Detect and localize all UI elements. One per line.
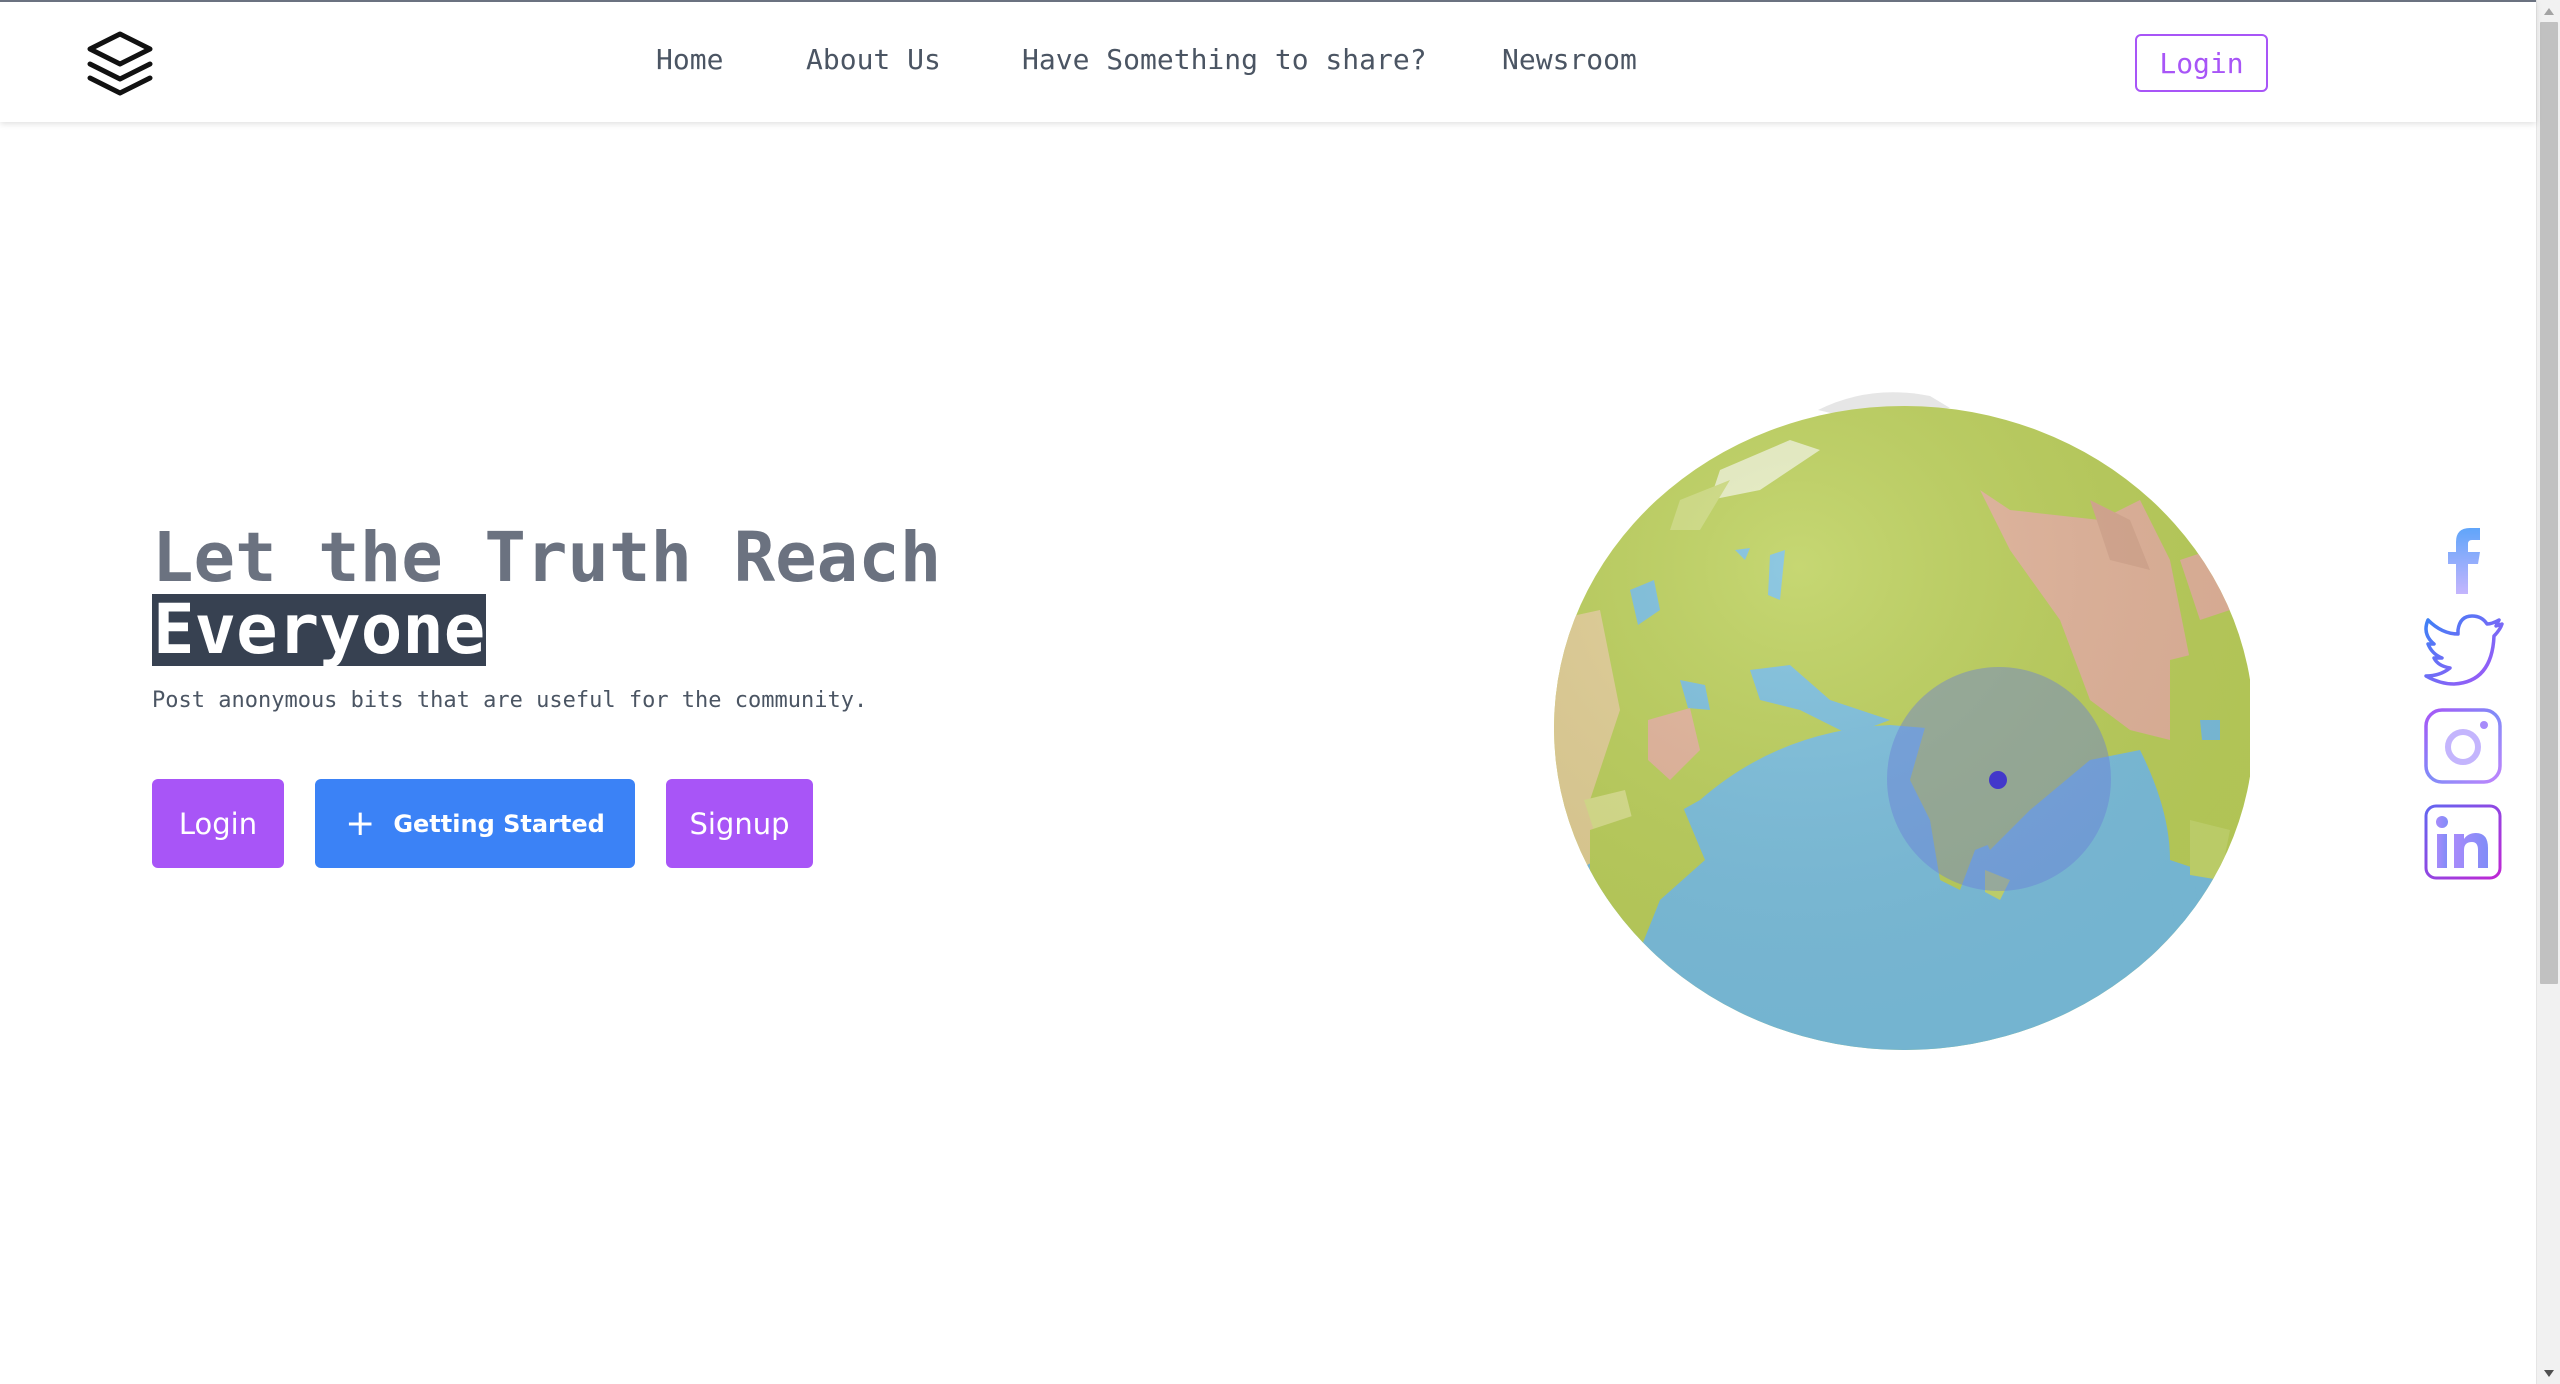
nav-home-link[interactable]: Home [656, 43, 723, 76]
page: Home About Us Have Something to share? N… [0, 0, 2560, 1384]
nav-newsroom-link[interactable]: Newsroom [1502, 43, 1637, 76]
hero-title-highlight: Everyone [152, 590, 487, 670]
hero-title-line1: Let the Truth Reach [152, 518, 942, 598]
scroll-down-icon[interactable] [2544, 1370, 2554, 1377]
hero-title: Let the Truth Reach Everyone [152, 522, 941, 666]
globe-3d[interactable] [1530, 380, 2250, 1060]
nav-login-button[interactable]: Login [2135, 34, 2268, 92]
linkedin-icon[interactable] [2422, 802, 2504, 882]
scrollbar-thumb[interactable] [2540, 22, 2558, 984]
getting-started-button[interactable]: + Getting Started [315, 779, 635, 868]
instagram-icon[interactable] [2422, 706, 2504, 786]
hero-subtitle: Post anonymous bits that are useful for … [152, 688, 868, 713]
location-marker[interactable] [1989, 771, 2007, 789]
signup-button[interactable]: Signup [666, 779, 813, 868]
plus-icon: + [345, 802, 376, 844]
nav-about-link[interactable]: About Us [806, 43, 941, 76]
vertical-scrollbar[interactable] [2536, 0, 2560, 1384]
navbar: Home About Us Have Something to share? N… [0, 0, 2536, 122]
scroll-up-icon[interactable] [2544, 8, 2554, 15]
twitter-icon[interactable] [2422, 612, 2504, 688]
getting-started-label: Getting Started [393, 809, 605, 838]
hero-login-button[interactable]: Login [152, 779, 284, 868]
nav-share-link[interactable]: Have Something to share? [1022, 43, 1427, 76]
facebook-icon[interactable] [2422, 524, 2504, 596]
